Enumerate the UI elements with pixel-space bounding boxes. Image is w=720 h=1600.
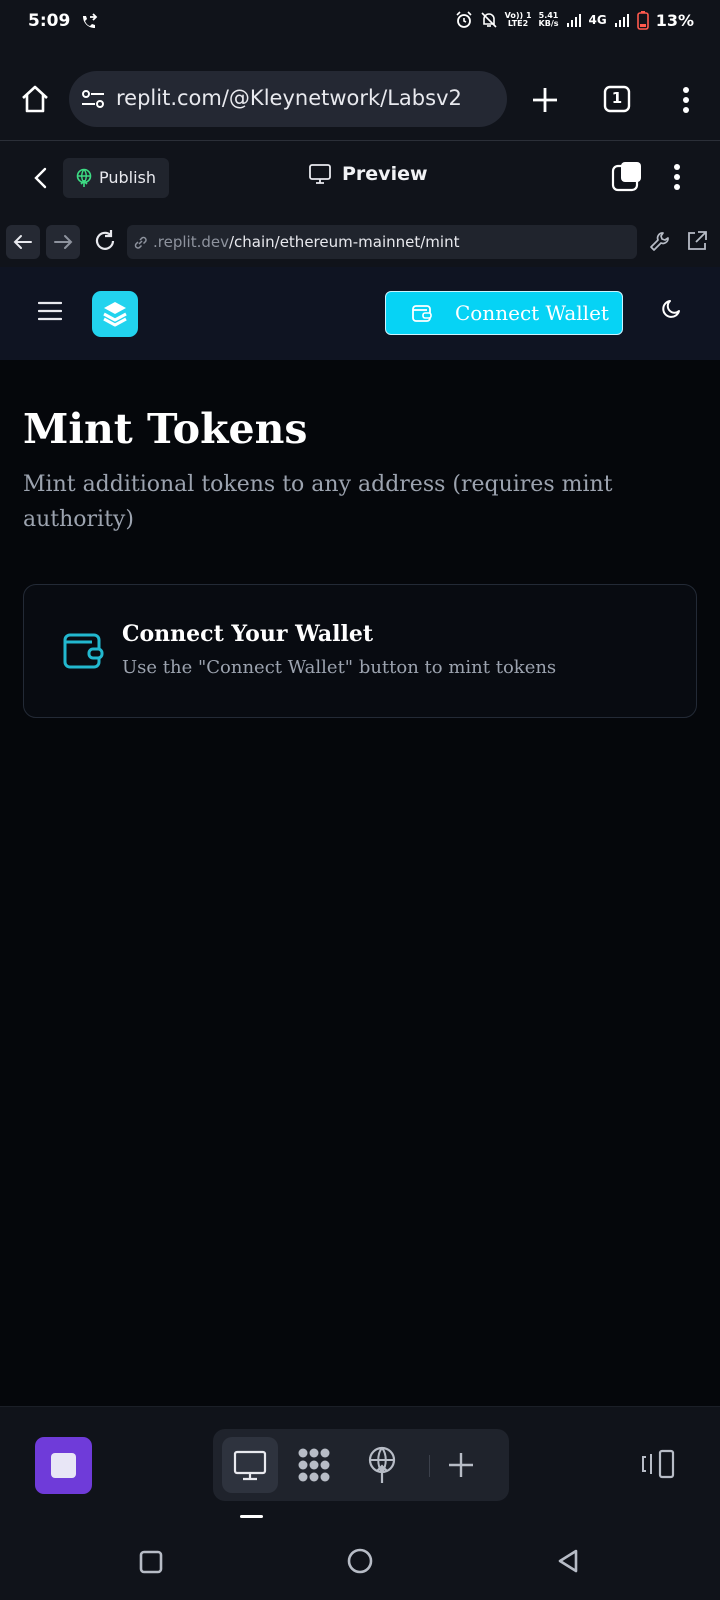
tab-switcher-button[interactable]: 1 [603, 85, 631, 113]
connect-wallet-card: Connect Your Wallet Use the "Connect Wal… [23, 584, 697, 718]
link-icon [132, 234, 149, 251]
card-title: Connect Your Wallet [122, 621, 374, 647]
home-icon[interactable] [20, 84, 50, 114]
preview-forward-button[interactable] [46, 225, 80, 259]
active-tool-indicator [240, 1515, 263, 1518]
tabs-overview-icon[interactable] [611, 160, 643, 192]
wallet-icon [411, 303, 433, 323]
back-triangle-icon[interactable] [556, 1549, 580, 1573]
layers-icon [103, 302, 127, 327]
page-subtitle: Mint additional tokens to any address (r… [23, 472, 613, 532]
stop-icon [51, 1453, 76, 1478]
replit-menu-icon[interactable] [673, 163, 681, 191]
system-nav-bar [0, 1522, 720, 1600]
replit-bottom-toolbar [0, 1406, 720, 1523]
browser-menu-icon[interactable] [682, 86, 690, 114]
address-bar[interactable]: replit.com/@Kleynetwork/Labsv2 [69, 71, 507, 127]
mute-bell-icon [480, 11, 498, 29]
preview-back-button[interactable] [6, 225, 40, 259]
preview-url-text[interactable]: .replit.dev/chain/ethereum-mainnet/mint [153, 233, 459, 251]
card-wallet-icon [62, 631, 104, 671]
device-layout-icon[interactable] [641, 1449, 675, 1479]
new-tab-icon[interactable] [531, 86, 559, 114]
signal-icon-2 [614, 12, 630, 28]
monitor-icon [308, 163, 332, 185]
alarm-icon [455, 11, 473, 29]
reload-icon[interactable] [91, 227, 119, 255]
devtools-wrench-icon[interactable] [648, 230, 672, 254]
replit-header: Publish Preview [0, 141, 720, 221]
site-settings-icon[interactable] [81, 88, 105, 110]
preview-url-field[interactable]: .replit.dev/chain/ethereum-mainnet/mint [127, 225, 637, 259]
net-speed: 5.41 KB/s [539, 12, 559, 28]
publish-globe-icon [75, 168, 93, 188]
status-bar: 5:09 Vo)) 1 LTE2 5.41 KB/s 4G 13% [0, 0, 720, 46]
theme-toggle-moon-icon[interactable] [661, 298, 683, 320]
open-external-icon[interactable] [686, 230, 708, 252]
preview-url-domain: .replit.dev [153, 233, 229, 251]
app-logo[interactable] [92, 291, 138, 337]
add-tool-icon[interactable] [448, 1452, 474, 1478]
browser-toolbar: replit.com/@Kleynetwork/Labsv2 1 [0, 46, 720, 141]
publish-label: Publish [99, 168, 157, 187]
connect-wallet-button[interactable]: Connect Wallet [385, 291, 623, 335]
preview-tool-button[interactable] [222, 1437, 278, 1493]
status-time: 5:09 [28, 11, 71, 31]
speed-unit: KB/s [538, 19, 559, 28]
home-circle-icon[interactable] [347, 1548, 373, 1574]
preview-monitor-icon [233, 1450, 267, 1481]
signal-icon [566, 12, 582, 28]
volte-line-2: LTE2 [507, 19, 529, 28]
address-url[interactable]: replit.com/@Kleynetwork/Labsv2 [116, 86, 462, 110]
preview-url-path: /chain/ethereum-mainnet/mint [228, 233, 460, 251]
preview-url-bar: .replit.dev/chain/ethereum-mainnet/mint [0, 221, 720, 267]
publish-tool-icon[interactable] [366, 1446, 398, 1484]
recents-square-icon[interactable] [139, 1550, 163, 1574]
arrow-left-icon [13, 235, 32, 249]
connect-wallet-label: Connect Wallet [455, 301, 609, 325]
tool-group [213, 1429, 509, 1501]
tool-separator [429, 1455, 430, 1477]
page-title: Mint Tokens [23, 405, 308, 453]
net-type: 4G [588, 13, 607, 27]
apps-tool-icon[interactable] [296, 1447, 332, 1483]
battery-percent: 13% [655, 10, 694, 30]
tab-count: 1 [611, 89, 623, 107]
arrow-right-icon [54, 235, 73, 249]
preview-title: Preview [308, 163, 428, 185]
call-forward-icon [80, 13, 98, 31]
volte-indicator: Vo)) 1 LTE2 [505, 12, 532, 28]
publish-button[interactable]: Publish [63, 158, 169, 198]
app-header: Connect Wallet [0, 267, 720, 361]
main-content: Mint Tokens Mint additional tokens to an… [0, 360, 720, 1406]
battery-icon [636, 10, 649, 30]
hamburger-menu-icon[interactable] [38, 301, 62, 321]
preview-label: Preview [342, 163, 428, 185]
card-description: Use the "Connect Wallet" button to mint … [122, 657, 557, 678]
back-icon[interactable] [33, 167, 47, 189]
stop-button[interactable] [35, 1437, 92, 1494]
